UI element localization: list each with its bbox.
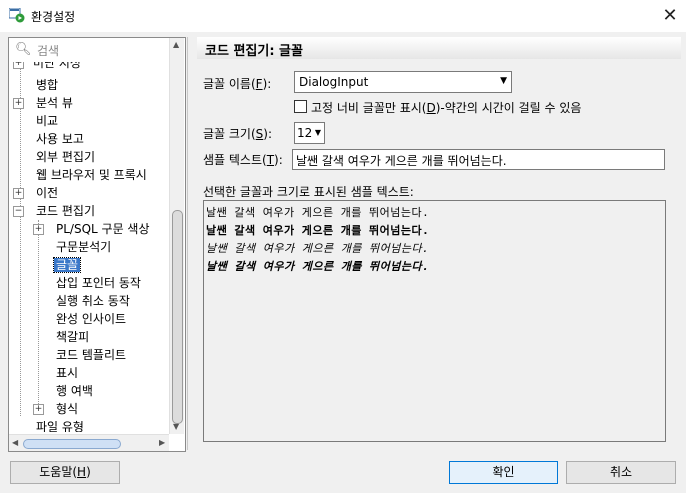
tree-item-code-templates[interactable]: 코드 템플리트 bbox=[56, 346, 126, 364]
tree-item-fonts[interactable]: 글꼴 bbox=[52, 256, 82, 274]
preview-line-bold: 날쌘 갈색 여우가 게으른 개를 뛰어넘는다. bbox=[206, 224, 430, 237]
app-icon bbox=[9, 8, 25, 23]
tree-horizontal-scrollbar[interactable]: ◀ ▶ bbox=[9, 434, 169, 451]
font-name-label: 글꼴 이름(F): bbox=[203, 77, 272, 91]
preferences-tree: + 미단 지성 병합 + 분석 뷰 비교 사용 보고 외부 편집기 웹 브라우저… bbox=[9, 62, 169, 432]
tree-item-merge[interactable]: 병합 bbox=[36, 76, 58, 94]
search-field[interactable]: 🔍︎ 검색 bbox=[13, 41, 173, 59]
sample-text-input[interactable]: 날쌘 갈색 여우가 게으른 개를 뛰어넘는다. bbox=[292, 149, 665, 170]
collapse-icon[interactable]: − bbox=[13, 206, 24, 217]
tree-item-analysis-view[interactable]: + 분석 뷰 bbox=[13, 94, 163, 112]
close-icon[interactable]: ✕ bbox=[655, 2, 685, 30]
selected-tree-label: 글꼴 bbox=[52, 257, 82, 273]
expand-icon[interactable]: + bbox=[13, 188, 24, 199]
tree-item-migration[interactable]: + 이전 bbox=[13, 184, 163, 202]
tree-item-bookmarks[interactable]: 책갈피 bbox=[56, 328, 89, 346]
tree-item-usage-report[interactable]: 사용 보고 bbox=[36, 130, 84, 148]
tree-item-plsql-syntax-colors[interactable]: + PL/SQL 구문 색상 bbox=[33, 220, 169, 238]
scroll-up-icon[interactable]: ▲ bbox=[173, 40, 179, 49]
chevron-down-icon: ▼ bbox=[314, 128, 321, 137]
window-title: 환경설정 bbox=[31, 10, 76, 24]
tree-item-display[interactable]: 표시 bbox=[56, 364, 78, 382]
panel-splitter[interactable] bbox=[187, 37, 188, 450]
tree-item-code-editor[interactable]: − 코드 편집기 bbox=[13, 202, 163, 220]
tree-item-web-browser-proxy[interactable]: 웹 브라우저 및 프록시 bbox=[36, 166, 147, 184]
preview-line-bold-italic: 날쌘 갈색 여우가 게으른 개를 뛰어넘는다. bbox=[206, 260, 430, 273]
sample-preview-box: 날쌘 갈색 여우가 게으른 개를 뛰어넘는다. 날쌘 갈색 여우가 게으른 개를… bbox=[203, 200, 666, 442]
scroll-right-icon[interactable]: ▶ bbox=[159, 438, 165, 447]
tree-item-insert-pointer[interactable]: 삽입 포인터 동작 bbox=[56, 274, 141, 292]
scroll-down-icon[interactable]: ▼ bbox=[173, 422, 179, 431]
help-button[interactable]: 도움말(H) bbox=[10, 461, 120, 484]
font-size-value: 12 bbox=[297, 126, 313, 140]
page-header: 코드 편집기: 글꼴 bbox=[197, 37, 681, 59]
tree-vertical-scrollbar[interactable]: ▲ ▼ bbox=[169, 38, 184, 434]
tree-guide-line bbox=[20, 62, 21, 416]
tree-guide-line bbox=[38, 220, 39, 404]
tree-item-format[interactable]: + 형식 bbox=[33, 400, 169, 418]
search-icon: 🔍︎ bbox=[15, 42, 32, 57]
ok-button[interactable]: 확인 bbox=[449, 461, 558, 484]
tree-item-compare[interactable]: 비교 bbox=[36, 112, 58, 130]
tree-item-undo[interactable]: 실행 취소 동작 bbox=[56, 292, 130, 310]
tree-item-line-gutter[interactable]: 행 여백 bbox=[56, 382, 93, 400]
expand-icon[interactable]: + bbox=[13, 62, 24, 69]
font-size-label: 글꼴 크기(S): bbox=[203, 127, 273, 141]
preview-line-plain: 날쌘 갈색 여우가 게으른 개를 뛰어넘는다. bbox=[206, 206, 430, 219]
font-size-dropdown[interactable]: 12 ▼ bbox=[294, 122, 325, 144]
horizontal-scroll-thumb[interactable] bbox=[23, 439, 121, 449]
page-title: 코드 편집기: 글꼴 bbox=[205, 44, 303, 59]
preview-label: 선택한 글꼴과 크기로 표시된 샘플 텍스트: bbox=[203, 185, 414, 199]
font-name-dropdown[interactable]: DialogInput ▼ bbox=[294, 71, 512, 93]
scroll-left-icon[interactable]: ◀ bbox=[12, 438, 18, 447]
vertical-scroll-thumb[interactable] bbox=[172, 210, 183, 424]
expand-icon[interactable]: + bbox=[33, 224, 44, 235]
font-name-value: DialogInput bbox=[299, 75, 369, 89]
preferences-tree-panel: 🔍︎ 검색 + 미단 지성 병합 + 분석 뷰 비교 사용 보고 외부 편집기 … bbox=[8, 37, 186, 452]
expand-icon[interactable]: + bbox=[33, 404, 44, 415]
tree-item-parser[interactable]: 구문분석기 bbox=[56, 238, 111, 256]
chevron-down-icon: ▼ bbox=[500, 76, 507, 86]
search-placeholder: 검색 bbox=[37, 44, 60, 58]
title-bar: 환경설정 ✕ bbox=[0, 0, 686, 32]
cancel-button[interactable]: 취소 bbox=[566, 461, 676, 484]
fixed-width-label: 고정 너비 글꼴만 표시(D)-약간의 시간이 걸릴 수 있음 bbox=[311, 101, 582, 115]
expand-icon[interactable]: + bbox=[13, 98, 24, 109]
sample-text-label: 샘플 텍스트(T): bbox=[203, 153, 283, 167]
fixed-width-checkbox[interactable] bbox=[294, 100, 307, 113]
tree-item-completion-insight[interactable]: 완성 인사이트 bbox=[56, 310, 126, 328]
tree-item-file-types[interactable]: 파일 유형 bbox=[36, 418, 84, 432]
tree-item-external-editor[interactable]: 외부 편집기 bbox=[36, 148, 95, 166]
sample-text-value: 날쌘 갈색 여우가 게으른 개를 뛰어넘는다. bbox=[296, 154, 507, 168]
preview-line-italic: 날쌘 갈색 여우가 게으른 개를 뛰어넘는다. bbox=[206, 242, 430, 255]
